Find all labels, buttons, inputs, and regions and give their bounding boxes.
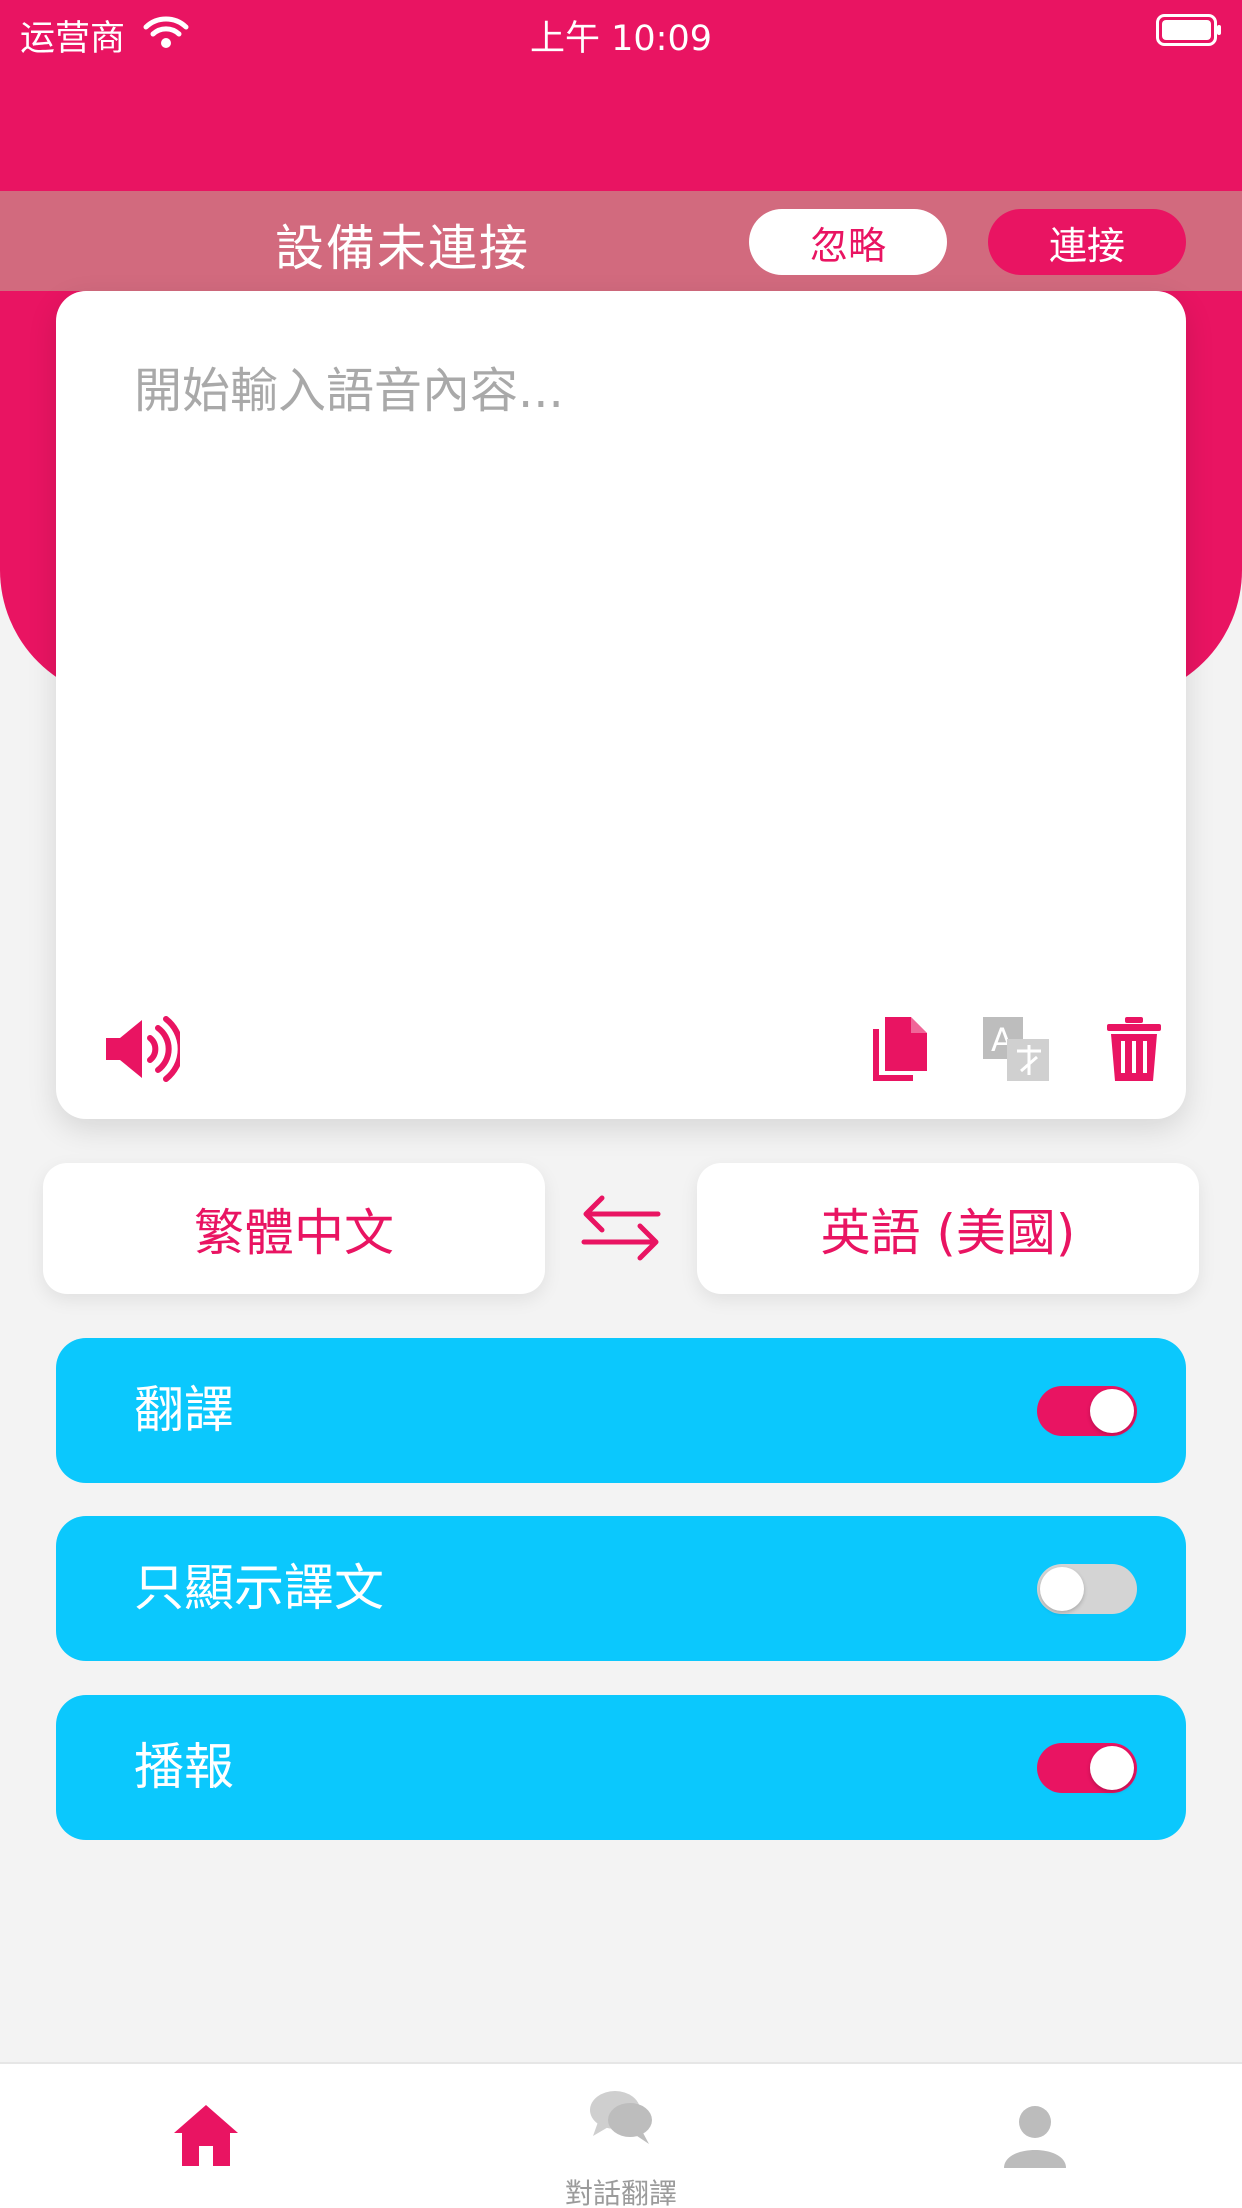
tab-conversation-translate[interactable]: 對話翻譯	[471, 2064, 771, 2208]
tab-conversation-translate-label: 對話翻譯	[564, 2177, 677, 2208]
translate-icon[interactable]: A	[978, 1011, 1054, 1087]
status-time: 上午 10:09	[530, 19, 712, 59]
battery-icon	[1156, 14, 1221, 46]
user-icon	[1004, 2106, 1066, 2168]
device-connection-banner: 設備未連接 忽略 連接	[0, 191, 1242, 291]
show-translation-only-toggle[interactable]	[1037, 1564, 1137, 1614]
ignore-button[interactable]: 忽略	[749, 209, 947, 275]
home-icon	[174, 2105, 238, 2166]
option-broadcast-label: 播報	[134, 1738, 234, 1796]
speaker-icon[interactable]	[104, 1011, 180, 1087]
broadcast-toggle[interactable]	[1037, 1743, 1137, 1793]
copy-icon[interactable]	[862, 1011, 938, 1087]
trash-icon[interactable]	[1096, 1011, 1172, 1087]
source-language-selector[interactable]: 繁體中文	[43, 1163, 545, 1294]
device-status-text: 設備未連接	[274, 220, 530, 277]
option-translate-label: 翻譯	[134, 1381, 234, 1439]
option-show-translation-only: 只顯示譯文	[56, 1516, 1186, 1661]
connect-button[interactable]: 連接	[988, 209, 1186, 275]
option-translate: 翻譯	[56, 1338, 1186, 1483]
chat-bubbles-icon	[590, 2091, 652, 2144]
swap-arrows-icon[interactable]	[580, 1192, 662, 1264]
toggle-knob	[1090, 1746, 1134, 1790]
toggle-knob	[1040, 1567, 1084, 1611]
status-bar: 运营商 上午 10:09	[0, 0, 1242, 64]
translate-toggle[interactable]	[1037, 1386, 1137, 1436]
tab-profile[interactable]	[885, 2064, 1185, 2208]
target-language-selector[interactable]: 英語 (美國)	[697, 1163, 1199, 1294]
tab-bar: 對話翻譯	[0, 2062, 1242, 2208]
option-broadcast: 播報	[56, 1695, 1186, 1840]
voice-input-card: A	[56, 291, 1186, 1119]
voice-text-input[interactable]	[134, 351, 1114, 951]
option-show-translation-only-label: 只顯示譯文	[134, 1559, 384, 1617]
app-screen: 运营商 上午 10:09 設備未連接 忽略 連接 開始輸入語音內容... A 繁…	[0, 0, 1242, 2208]
tab-home[interactable]	[56, 2064, 356, 2208]
toggle-knob	[1090, 1389, 1134, 1433]
